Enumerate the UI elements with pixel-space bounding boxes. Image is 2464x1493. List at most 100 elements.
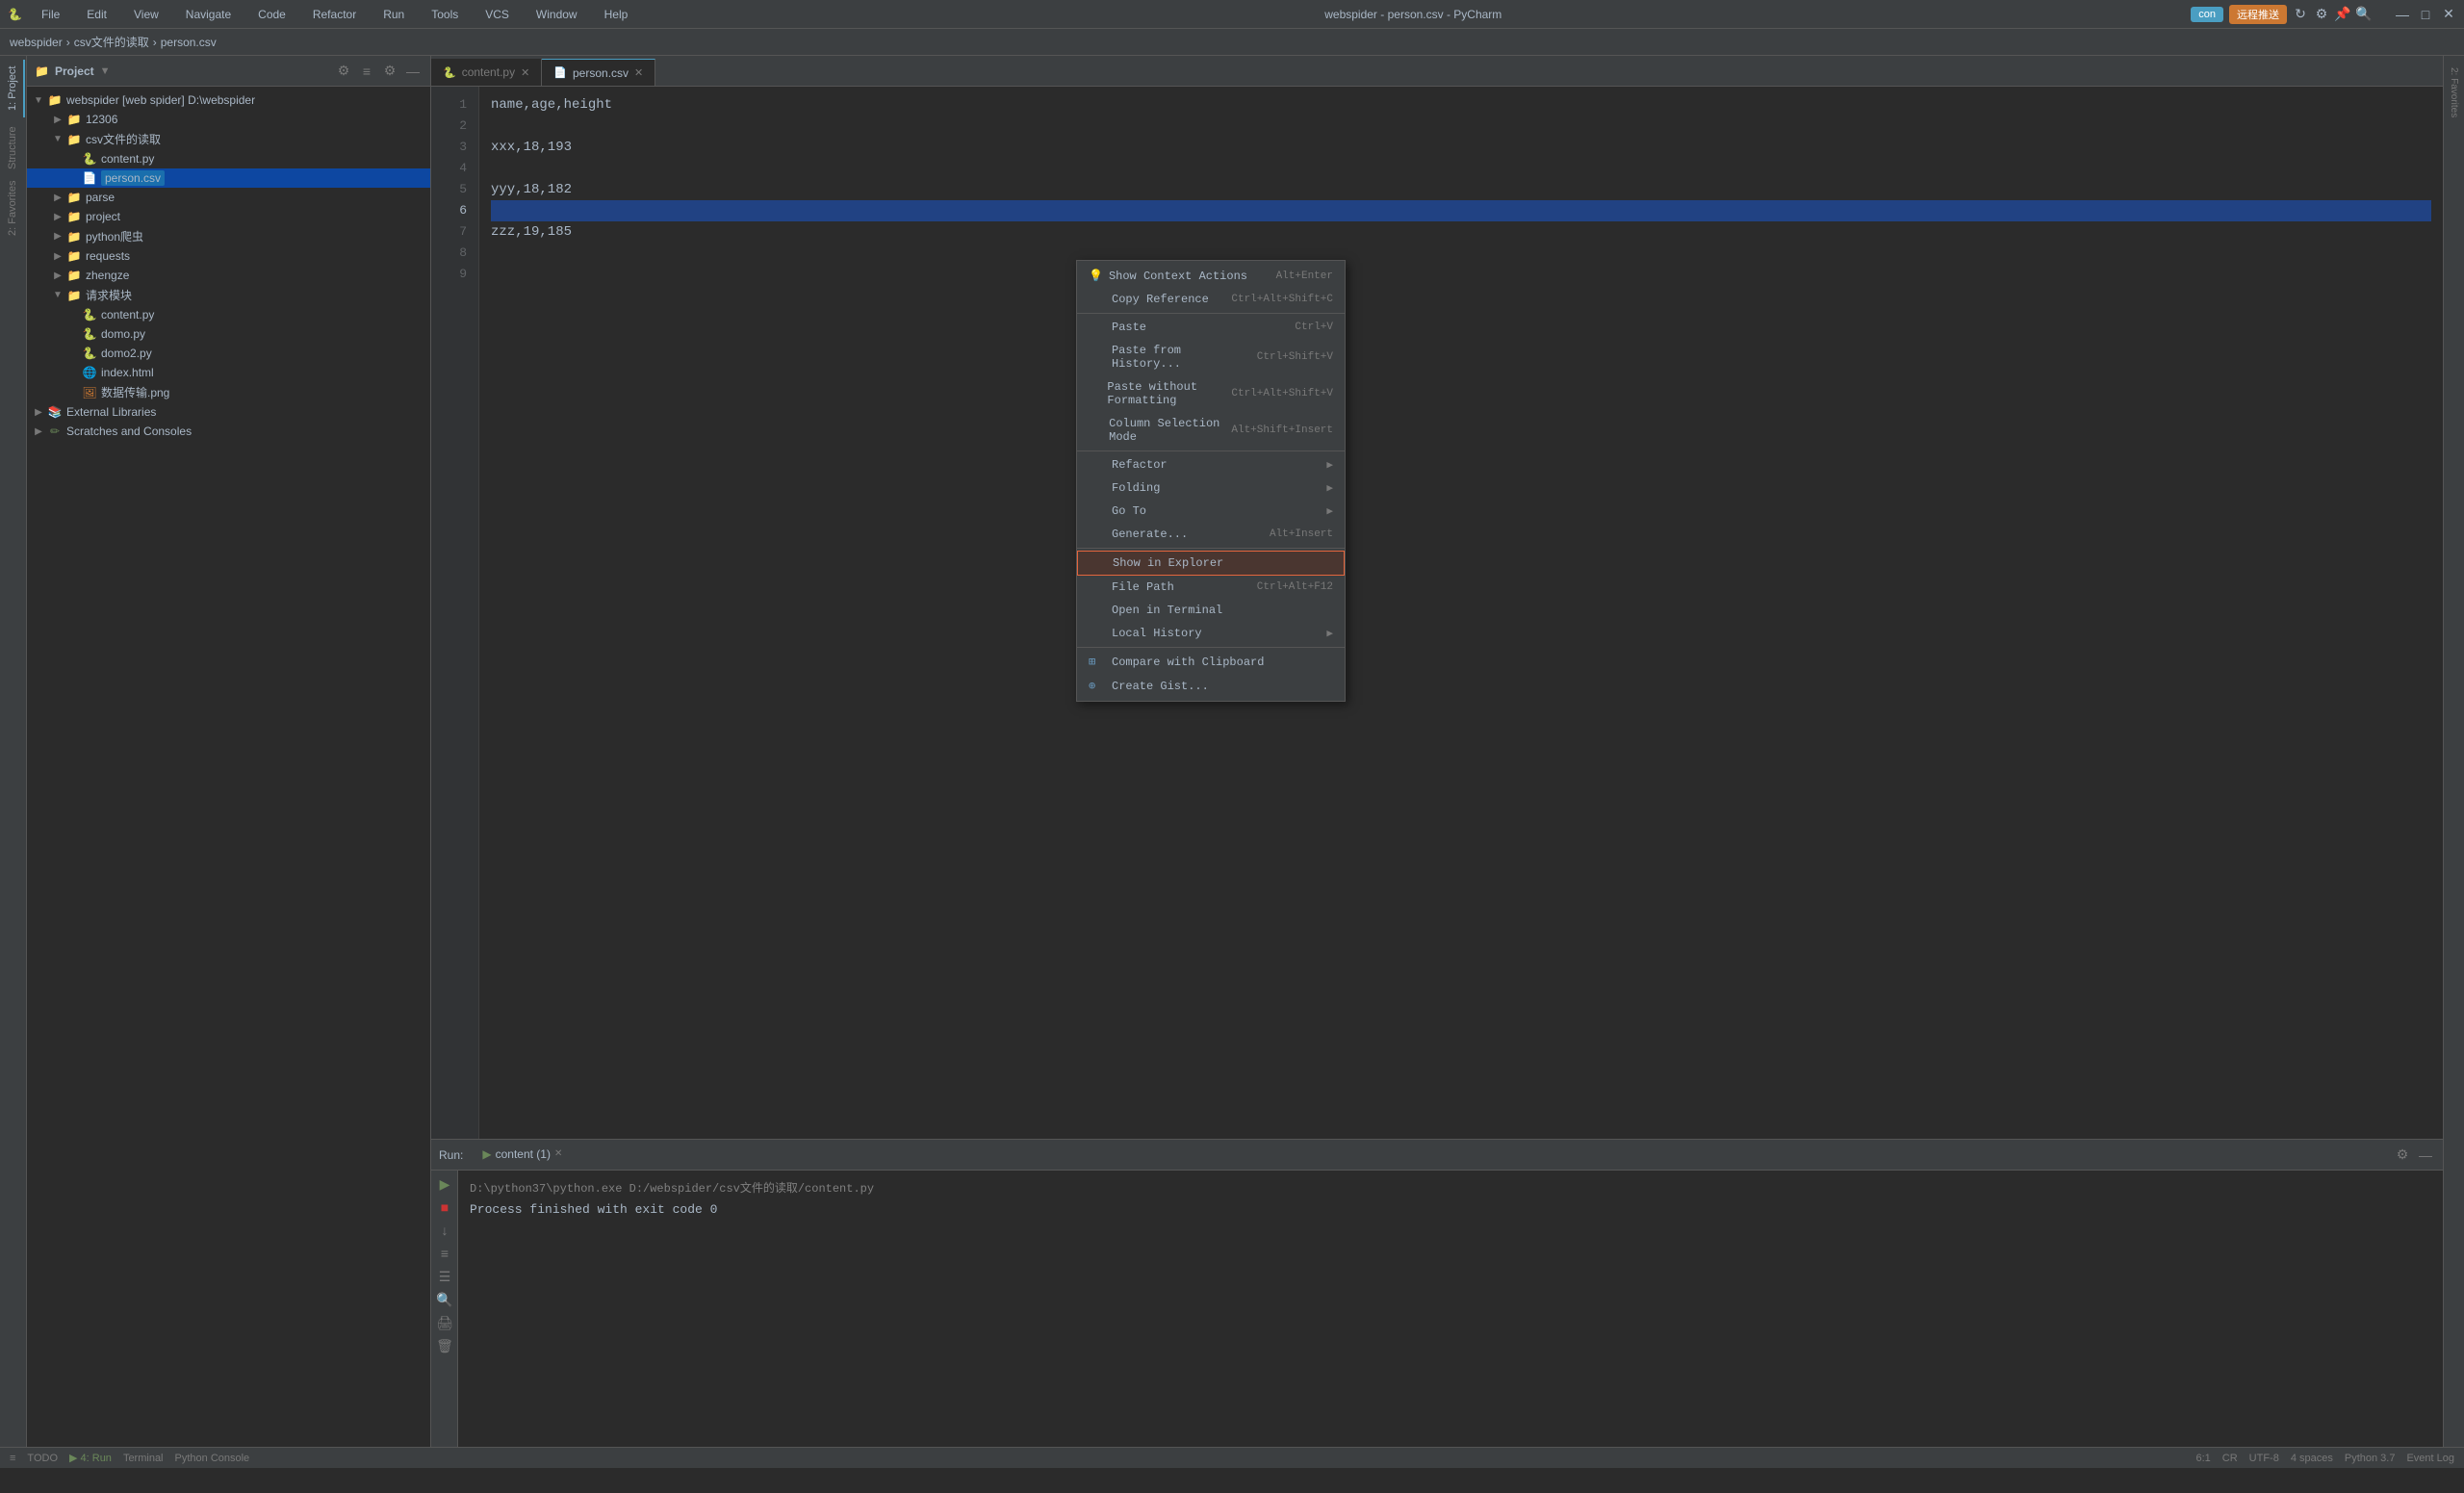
minimize-button[interactable]: — xyxy=(2395,7,2410,22)
side-tab-favorites[interactable]: 2: Favorites xyxy=(2,179,25,237)
ctx-compare-clipboard[interactable]: ⊞ Compare with Clipboard xyxy=(1077,650,1345,674)
project-settings-icon[interactable]: ⚙ xyxy=(334,62,353,81)
ctx-copy-reference[interactable]: Copy Reference Ctrl+Alt+Shift+C xyxy=(1077,288,1345,311)
run-trash-btn[interactable]: 🗑 xyxy=(435,1336,454,1355)
ctx-show-in-explorer[interactable]: Show in Explorer xyxy=(1077,551,1345,576)
menubar-window[interactable]: Window xyxy=(528,5,585,24)
search-icon[interactable]: 🔍 xyxy=(2356,7,2372,22)
ctx-create-gist[interactable]: ⊕ Create Gist... xyxy=(1077,674,1345,698)
tree-item-external-libs[interactable]: ▶ 📚 External Libraries xyxy=(27,402,430,422)
tree-item-python-crawler[interactable]: ▶ 📁 python爬虫 xyxy=(27,226,430,246)
menubar-edit[interactable]: Edit xyxy=(79,5,115,24)
menubar-file[interactable]: File xyxy=(34,5,67,24)
run-minimize-icon[interactable]: — xyxy=(2416,1145,2435,1165)
ctx-paste[interactable]: Paste Ctrl+V xyxy=(1077,316,1345,339)
side-tab-project[interactable]: 1: Project xyxy=(2,60,25,117)
statusbar-todo[interactable]: TODO xyxy=(27,1453,58,1464)
run-tab-close[interactable]: ✕ xyxy=(554,1148,562,1159)
statusbar-run[interactable]: ▶ 4: Run xyxy=(69,1452,112,1464)
ctx-paste-history[interactable]: Paste from History... Ctrl+Shift+V xyxy=(1077,339,1345,375)
tree-item-content-py2[interactable]: 🐍 content.py xyxy=(27,305,430,324)
breadcrumb-part3[interactable]: person.csv xyxy=(161,36,217,49)
tree-item-12306[interactable]: ▶ 📁 12306 xyxy=(27,110,430,129)
run-stop-btn[interactable]: ■ xyxy=(435,1197,454,1217)
statusbar-line-endings[interactable]: CR xyxy=(2222,1453,2238,1464)
editor-content: 1 2 3 4 5 6 7 8 9 name,age,height xxx,18… xyxy=(431,87,2443,1139)
tree-item-zhengze[interactable]: ▶ 📁 zhengze xyxy=(27,266,430,285)
tree-item-domo-py[interactable]: 🐍 domo.py xyxy=(27,324,430,344)
ctx-column-select[interactable]: Column Selection Mode Alt+Shift+Insert xyxy=(1077,412,1345,449)
tree-item-index-html[interactable]: 🌐 index.html xyxy=(27,363,430,382)
tree-item-scratches[interactable]: ▶ ✏ Scratches and Consoles xyxy=(27,422,430,441)
statusbar-event-log[interactable]: Event Log xyxy=(2406,1453,2454,1464)
statusbar-indent[interactable]: 4 spaces xyxy=(2291,1453,2333,1464)
code-text-5: yyy,18,182 xyxy=(491,179,572,200)
pin-icon[interactable]: 📌 xyxy=(2335,7,2350,22)
tree-item-data-png[interactable]: 🖼 数据传输.png xyxy=(27,382,430,402)
code-area[interactable]: name,age,height xxx,18,193 yyy,18,182 zz… xyxy=(479,87,2443,1139)
folder-icon-parse: 📁 xyxy=(65,190,83,205)
run-scroll-down-btn[interactable]: ↓ xyxy=(435,1221,454,1240)
window-controls: con 远程推送 ↻ ⚙ 📌 🔍 — □ ✕ xyxy=(2191,5,2456,24)
run-filter-btn[interactable]: 🔍 xyxy=(435,1290,454,1309)
tree-item-requests[interactable]: ▶ 📁 requests xyxy=(27,246,430,266)
tree-item-parse[interactable]: ▶ 📁 parse xyxy=(27,188,430,207)
fav-tab-favorites[interactable]: 2: Favorites xyxy=(2447,60,2461,125)
project-gear-icon[interactable]: ⚙ xyxy=(380,62,399,81)
tab-person-csv[interactable]: 📄 person.csv ✕ xyxy=(542,59,655,86)
statusbar-terminal[interactable]: Terminal xyxy=(123,1453,164,1464)
ctx-show-context-actions[interactable]: 💡 Show Context Actions Alt+Enter xyxy=(1077,264,1345,288)
menubar-vcs[interactable]: VCS xyxy=(477,5,517,24)
ctx-open-terminal[interactable]: Open in Terminal xyxy=(1077,599,1345,622)
ctx-file-path[interactable]: File Path Ctrl+Alt+F12 xyxy=(1077,576,1345,599)
statusbar-cursor-pos[interactable]: 6:1 xyxy=(2195,1453,2210,1464)
run-list-btn[interactable]: ☰ xyxy=(435,1267,454,1286)
tab-content-py-close[interactable]: ✕ xyxy=(521,66,529,79)
tab-person-csv-close[interactable]: ✕ xyxy=(634,66,643,79)
run-tab-content[interactable]: ▶ content (1) ✕ xyxy=(475,1144,570,1167)
project-list-icon[interactable]: ≡ xyxy=(357,62,376,81)
breadcrumb-part2[interactable]: csv文件的读取 xyxy=(74,34,149,50)
tab-content-py[interactable]: 🐍 content.py ✕ xyxy=(431,59,542,86)
run-play-btn[interactable]: ▶ xyxy=(435,1174,454,1194)
menubar-code[interactable]: Code xyxy=(250,5,294,24)
ctx-refactor[interactable]: Refactor ▶ xyxy=(1077,453,1345,476)
tree-item-csv-folder[interactable]: ▼ 📁 csv文件的读取 xyxy=(27,129,430,149)
close-button[interactable]: ✕ xyxy=(2441,7,2456,22)
menubar-tools[interactable]: Tools xyxy=(424,5,466,24)
ctx-folding[interactable]: Folding ▶ xyxy=(1077,476,1345,500)
breadcrumb-part1[interactable]: webspider xyxy=(10,36,63,49)
menubar-refactor[interactable]: Refactor xyxy=(305,5,364,24)
run-print-btn[interactable]: 🖨 xyxy=(435,1313,454,1332)
menubar-view[interactable]: View xyxy=(126,5,167,24)
run-settings-icon[interactable]: ⚙ xyxy=(2393,1145,2412,1165)
statusbar-python-console[interactable]: Python Console xyxy=(175,1453,250,1464)
project-close-icon[interactable]: — xyxy=(403,62,423,81)
tree-item-domo2-py[interactable]: 🐍 domo2.py xyxy=(27,344,430,363)
side-tab-structure[interactable]: Structure xyxy=(2,119,25,177)
statusbar-python-version[interactable]: Python 3.7 xyxy=(2345,1453,2396,1464)
ctx-left-file-path: File Path xyxy=(1089,580,1174,594)
ctx-left-goto: Go To xyxy=(1089,504,1146,518)
ctx-generate[interactable]: Generate... Alt+Insert xyxy=(1077,523,1345,546)
statusbar-menu-icon[interactable]: ≡ xyxy=(10,1453,15,1464)
run-wrap-btn[interactable]: ≡ xyxy=(435,1244,454,1263)
tree-item-request-module[interactable]: ▼ 📁 请求模块 xyxy=(27,285,430,305)
ctx-paste-no-format[interactable]: Paste without Formatting Ctrl+Alt+Shift+… xyxy=(1077,375,1345,412)
menubar-run[interactable]: Run xyxy=(375,5,412,24)
tree-item-project[interactable]: ▶ 📁 project xyxy=(27,207,430,226)
run-output: D:\python37\python.exe D:/webspider/csv文… xyxy=(458,1171,2443,1447)
tree-item-webspider[interactable]: ▼ 📁 webspider [web spider] D:\webspider xyxy=(27,90,430,110)
tree-item-person-csv[interactable]: 📄 person.csv xyxy=(27,168,430,188)
statusbar-encoding[interactable]: UTF-8 xyxy=(2249,1453,2279,1464)
project-dropdown-icon[interactable]: ▼ xyxy=(100,65,111,77)
settings-icon[interactable]: ⚙ xyxy=(2314,7,2329,22)
sync-icon[interactable]: ↻ xyxy=(2293,7,2308,22)
ctx-goto[interactable]: Go To ▶ xyxy=(1077,500,1345,523)
menubar-help[interactable]: Help xyxy=(597,5,636,24)
menubar-navigate[interactable]: Navigate xyxy=(178,5,239,24)
maximize-button[interactable]: □ xyxy=(2418,7,2433,22)
folder-icon-request-module: 📁 xyxy=(65,288,83,303)
tree-item-content-py[interactable]: 🐍 content.py xyxy=(27,149,430,168)
ctx-local-history[interactable]: Local History ▶ xyxy=(1077,622,1345,645)
